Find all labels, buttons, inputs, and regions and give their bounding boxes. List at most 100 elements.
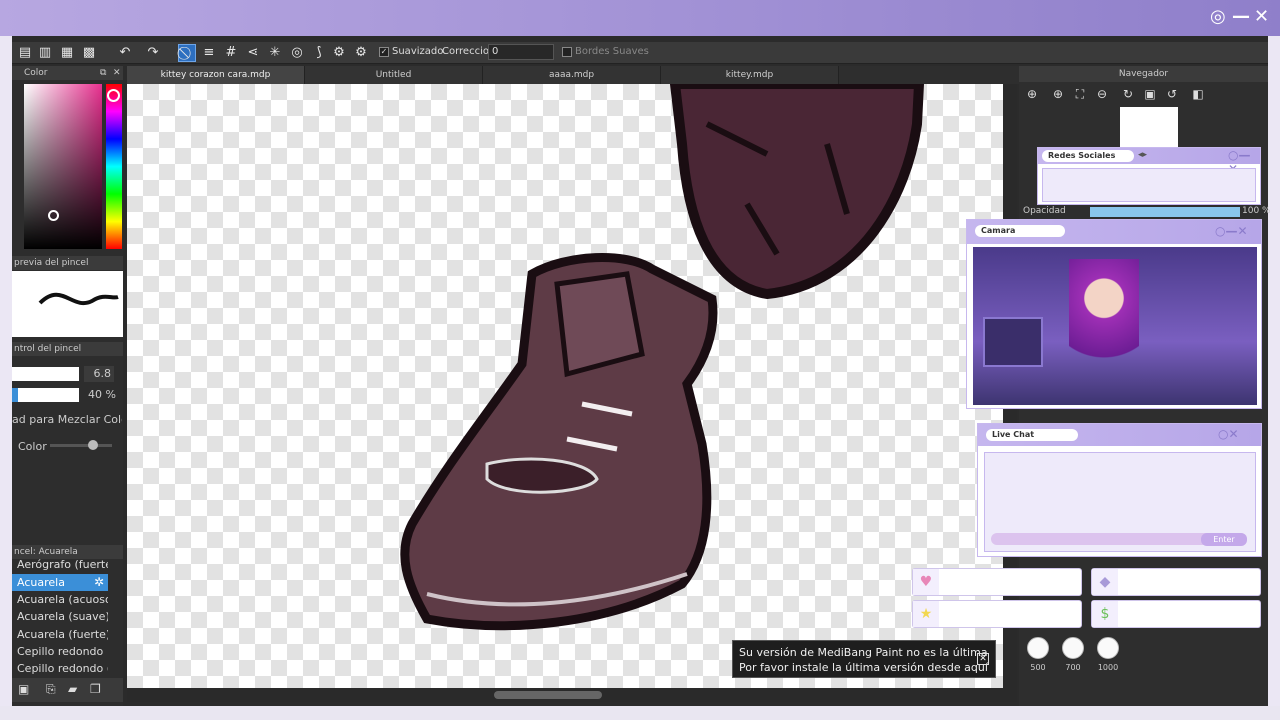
tab-document[interactable]: Untitled <box>305 66 483 84</box>
star-card: ★ <box>912 600 1082 628</box>
circle-snap-icon[interactable]: ◎ <box>288 44 306 62</box>
layer-opacity-slider[interactable] <box>1090 207 1240 217</box>
opacity-value[interactable]: 40 % <box>80 387 116 403</box>
diamond-card: ◆ <box>1091 568 1261 596</box>
tab-document[interactable]: kittey.mdp <box>661 66 839 84</box>
undock-icon[interactable]: ⧉ <box>100 68 106 78</box>
zoom-out-icon[interactable]: ⊖ <box>1093 86 1111 102</box>
flip-icon[interactable]: ◧ <box>1189 86 1207 102</box>
brush-size-dot[interactable] <box>1062 637 1084 659</box>
color-mix-label: Color <box>18 440 47 453</box>
brush-control-header: ntrol del pincel <box>12 342 123 356</box>
close-button[interactable]: ✕ <box>1254 6 1269 27</box>
money-card: $ <box>1091 600 1261 628</box>
update-notice[interactable]: Su versión de MediBang Paint no es la úl… <box>732 640 996 678</box>
add-brush-icon[interactable]: ▣ <box>18 682 29 696</box>
navigator-thumbnail[interactable] <box>1120 107 1178 147</box>
picker-handle[interactable] <box>48 210 59 221</box>
snap-settings-icon[interactable]: ⚙ <box>330 44 348 62</box>
title-bar <box>0 0 1280 36</box>
color-saturation-picker[interactable] <box>24 84 102 249</box>
soft-edges-checkbox[interactable] <box>562 47 572 57</box>
chat-body: Enter <box>984 452 1256 552</box>
prev-icon[interactable]: ◂▸ <box>1138 150 1147 160</box>
frame-bottom <box>0 706 1280 720</box>
duplicate-icon[interactable]: ❐ <box>90 682 101 696</box>
hue-handle[interactable] <box>107 89 120 102</box>
brush-panel-header: ncel: Acuarela <box>12 545 123 559</box>
camera-feed <box>973 247 1257 405</box>
size-slider[interactable] <box>12 367 79 381</box>
brush-size-dot[interactable] <box>1097 637 1119 659</box>
mix-label: ad para Mezclar Colo <box>12 413 122 426</box>
enter-button[interactable]: Enter <box>1201 533 1247 546</box>
correction-select[interactable]: 0 <box>488 44 554 60</box>
diamond-icon: ◆ <box>1092 569 1118 595</box>
star-icon: ★ <box>913 601 939 627</box>
scroll-thumb[interactable] <box>494 691 602 699</box>
horizontal-scrollbar[interactable] <box>127 688 1017 702</box>
list-item[interactable]: Cepillo redondo (a <box>12 660 108 677</box>
zoom-in-icon[interactable]: ⊕ <box>1049 86 1067 102</box>
page-icon[interactable]: ▥ <box>36 44 54 62</box>
list-item[interactable]: Acuarela (fuerte) <box>12 626 108 643</box>
heart-icon: ♥ <box>913 569 939 595</box>
brush-size-dot[interactable] <box>1027 637 1049 659</box>
chat-widget: Live Chat ○✕ Enter <box>977 423 1262 557</box>
zoom-in-icon[interactable]: ⊕ <box>1023 86 1041 102</box>
hue-slider[interactable] <box>106 84 122 249</box>
drawing-canvas[interactable] <box>127 84 1003 688</box>
window-controls-icon: ○—✕ <box>1215 224 1248 238</box>
redo-icon[interactable]: ↷ <box>144 44 162 62</box>
avatar <box>1069 259 1139 399</box>
fit-icon[interactable]: ⛶ <box>1071 86 1089 102</box>
social-widget: Redes Sociales ◂▸ ○—✕ <box>1037 147 1261 205</box>
grid-icon[interactable]: ▩ <box>80 44 98 62</box>
brush-preview-header: previa del pincel <box>12 256 123 270</box>
reset-icon[interactable]: ▣ <box>1141 86 1159 102</box>
brush-actions-bar: ▣ ⎘ ▰ ❐ <box>12 678 123 702</box>
list-item[interactable]: Acuarela (acuoso) <box>12 591 108 608</box>
money-icon: $ <box>1092 601 1118 627</box>
rotate-icon[interactable]: ↻ <box>1119 86 1137 102</box>
vanish-snap-icon[interactable]: ⋖ <box>244 44 262 62</box>
radial-snap-icon[interactable]: ✳ <box>266 44 284 62</box>
camera-widget: Camara ○—✕ <box>966 219 1262 409</box>
navigator-header: Navegador <box>1019 66 1268 82</box>
smoothing-label: Suavizado <box>392 46 444 57</box>
tab-document[interactable]: aaaa.mdp <box>483 66 661 84</box>
chat-title: Live Chat <box>986 429 1078 441</box>
list-item[interactable]: Acuarela (suave) <box>12 608 108 625</box>
layers-icon[interactable]: ▦ <box>58 44 76 62</box>
copy-brush-icon[interactable]: ⎘ <box>46 682 56 697</box>
list-item[interactable]: Cepillo redondo <box>12 643 108 660</box>
rotate-right-icon[interactable]: ↺ <box>1163 86 1181 102</box>
comment-icon[interactable]: ▤ <box>16 44 34 62</box>
undo-icon[interactable]: ↶ <box>116 44 134 62</box>
brush-settings-icon[interactable]: ✲ <box>94 575 104 589</box>
settings-icon[interactable]: ⚙ <box>352 44 370 62</box>
parallel-snap-icon[interactable]: ≡ <box>200 44 218 62</box>
cross-snap-icon[interactable]: # <box>222 44 240 62</box>
soft-edges-label: Bordes Suaves <box>575 46 649 57</box>
notice-close-icon[interactable]: ✕ <box>977 653 989 665</box>
snap-off-icon[interactable]: ⃠ <box>178 44 196 62</box>
size-value[interactable]: 6.8 <box>84 366 114 382</box>
opacity-slider[interactable] <box>12 388 79 402</box>
artwork-shoe <box>400 84 925 631</box>
notice-line: Por favor instale la última versión desd… <box>739 661 988 674</box>
folder-icon[interactable]: ▰ <box>68 682 77 696</box>
smoothing-checkbox[interactable]: ✓ <box>379 47 389 57</box>
window-controls-icon: ○✕ <box>1218 427 1239 441</box>
curve-snap-icon[interactable]: ⟆ <box>310 44 328 62</box>
record-icon[interactable]: ◎ <box>1210 6 1226 27</box>
tab-document[interactable]: kittey corazon cara.mdp <box>127 66 305 84</box>
document-tabs: kittey corazon cara.mdp Untitled aaaa.md… <box>127 66 1019 84</box>
size-count: 1000 <box>1097 663 1119 672</box>
social-title: Redes Sociales <box>1042 150 1134 162</box>
main-toolbar: ▤ ▥ ▦ ▩ ↶ ↷ ⃠ ≡ # ⋖ ✳ ◎ ⟆ ⚙ ⚙ ✓ Suavizad… <box>12 42 1268 64</box>
color-mix-slider[interactable] <box>50 440 112 450</box>
minimize-button[interactable]: — <box>1232 6 1250 27</box>
panel-close-icon[interactable]: ✕ <box>113 68 121 78</box>
list-item[interactable]: Aerógrafo (fuerte <box>12 559 108 572</box>
